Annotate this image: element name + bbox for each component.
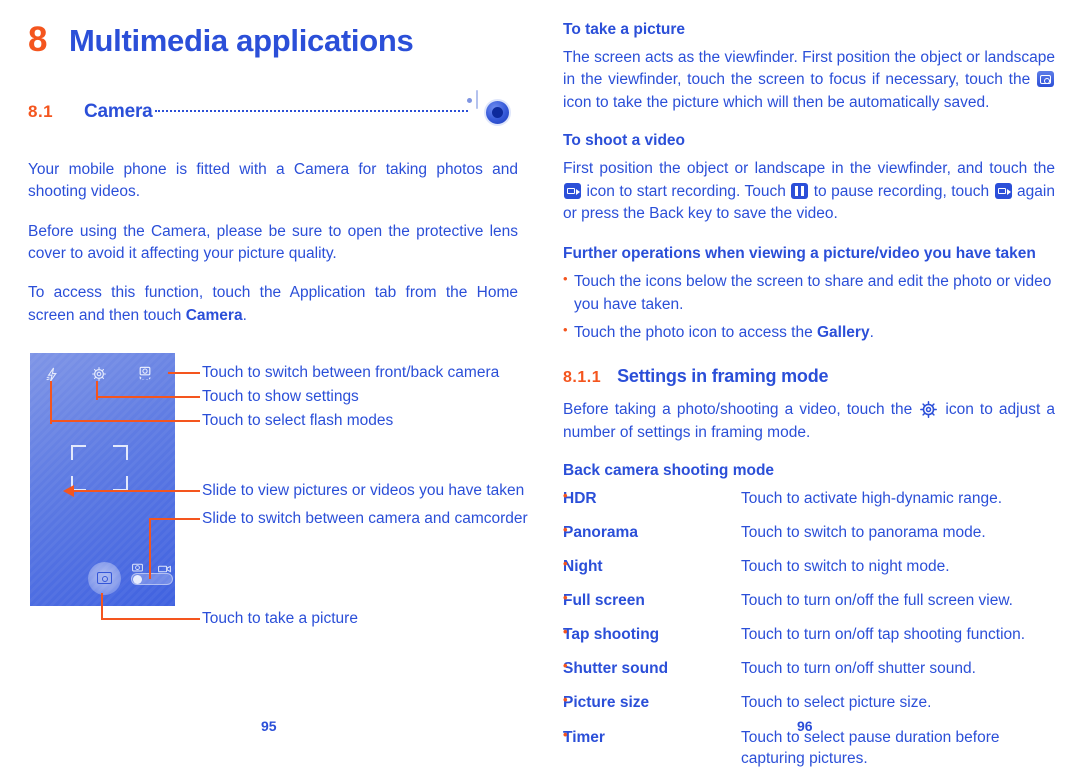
setting-option[interactable]: Shutter sound xyxy=(563,657,741,692)
chapter-title: Multimedia applications xyxy=(68,23,414,58)
pause-icon xyxy=(791,182,809,199)
mode-toggle-icons xyxy=(131,558,173,573)
setting-description: Touch to turn on/off the full screen vie… xyxy=(741,592,1013,610)
page-number-left: 95 xyxy=(261,718,277,734)
setting-option[interactable]: Tap shooting xyxy=(563,623,741,658)
setting-option[interactable]: HDR xyxy=(563,487,741,522)
paragraph-framing-intro: Before taking a photo/shooting a video, … xyxy=(563,399,1055,444)
table-row: HDR Touch to activate high-dynamic range… xyxy=(563,487,1055,522)
list-item: Touch the icons below the screen to shar… xyxy=(563,270,1055,316)
table-row: Timer Touch to select pause duration bef… xyxy=(563,726,1055,782)
shutter-button[interactable] xyxy=(88,561,121,595)
table-row: Tap shooting Touch to turn on/off tap sh… xyxy=(563,623,1055,658)
gallery-text-before: Touch the photo icon to access the xyxy=(574,323,817,341)
heading-shoot-a-video: To shoot a video xyxy=(563,132,685,150)
callout-line-6-h xyxy=(101,617,200,620)
table-row: Shutter sound Touch to turn on/off shutt… xyxy=(563,657,1055,692)
access-text-bold: Camera xyxy=(185,306,243,324)
chapter-heading: 8 Multimedia applications xyxy=(28,22,518,57)
section-label: Camera xyxy=(84,101,153,122)
access-text-after: . xyxy=(242,306,247,324)
shoot-video-text-2: icon to start recording. Touch xyxy=(582,182,791,200)
table-row: Panorama Touch to switch to panorama mod… xyxy=(563,521,1055,556)
heading-further-operations: Further operations when viewing a pictur… xyxy=(563,245,1036,263)
right-column: To take a picture The screen acts as the… xyxy=(563,20,1055,782)
heading-take-a-picture: To take a picture xyxy=(563,21,686,38)
setting-description: Touch to switch to panorama mode. xyxy=(741,524,986,542)
paragraph-take-a-picture: The screen acts as the viewfinder. First… xyxy=(563,47,1055,114)
take-picture-text-2: icon to take the picture which will then… xyxy=(563,93,990,111)
left-column: 8 Multimedia applications 8.1 Camera You… xyxy=(28,22,528,638)
settings-table: HDR Touch to activate high-dynamic range… xyxy=(563,487,1055,782)
shutter-icon xyxy=(1037,71,1054,88)
setting-option[interactable]: Full screen xyxy=(563,589,741,624)
toggle-knob[interactable] xyxy=(133,574,142,584)
intro-paragraph-1: Your mobile phone is fitted with a Camer… xyxy=(28,161,518,201)
section-number: 8.1 xyxy=(28,102,54,121)
setting-description: Touch to turn on/off shutter sound. xyxy=(741,660,976,678)
camera-app-icon xyxy=(467,90,518,133)
callout-label-take-picture: Touch to take a picture xyxy=(202,609,358,627)
callout-line-4 xyxy=(73,489,200,492)
setting-description: Touch to select pause duration before ca… xyxy=(741,728,1000,767)
chapter-number: 8 xyxy=(28,20,47,59)
heading-settings-framing-mode: 8.1.1 Settings in framing mode xyxy=(563,366,1055,387)
setting-description: Touch to switch to night mode. xyxy=(741,558,950,576)
paragraph-shoot-a-video: First position the object or landscape i… xyxy=(563,158,1055,225)
callout-line-5-h xyxy=(149,517,200,520)
camcorder-icon xyxy=(564,182,581,199)
callout-label-flash-modes: Touch to select flash modes xyxy=(202,411,394,429)
setting-description: Touch to activate high-dynamic range. xyxy=(741,490,1003,507)
setting-description: Touch to select picture size. xyxy=(741,694,932,712)
intro-paragraph-2: Before using the Camera, please be sure … xyxy=(28,222,518,262)
list-item: Touch the photo icon to access the Galle… xyxy=(563,321,1055,344)
shutter-glyph-icon xyxy=(97,572,112,585)
setting-option[interactable]: Panorama xyxy=(563,521,741,556)
dot-leader xyxy=(154,109,468,112)
callout-label-slide-view: Slide to view pictures or videos you hav… xyxy=(202,481,525,499)
camera-camcorder-toggle[interactable] xyxy=(131,572,173,585)
switch-camera-icon xyxy=(138,366,152,380)
viewfinder-brackets xyxy=(71,444,128,491)
shoot-video-text-1: First position the object or landscape i… xyxy=(563,160,1055,178)
callout-line-3-v xyxy=(50,380,52,424)
gallery-text-bold: Gallery xyxy=(817,323,870,341)
gear-icon xyxy=(92,366,106,381)
subsection-number: 8.1.1 xyxy=(563,369,602,387)
access-text-before: To access this function, touch the Appli… xyxy=(28,284,518,324)
setting-option[interactable]: Picture size xyxy=(563,691,741,726)
section-heading-camera: 8.1 Camera xyxy=(28,90,518,133)
gear-icon xyxy=(920,401,938,419)
page-number-right: 96 xyxy=(797,718,813,734)
setting-option[interactable]: Timer xyxy=(563,726,741,782)
callout-label-show-settings: Touch to show settings xyxy=(202,387,359,405)
camcorder-icon-2 xyxy=(994,182,1012,199)
callout-label-slide-switch: Slide to switch between camera and camco… xyxy=(202,509,528,527)
take-picture-text-1: The screen acts as the viewfinder. First… xyxy=(563,49,1055,89)
table-row: Night Touch to switch to night mode. xyxy=(563,555,1055,590)
callout-line-1 xyxy=(168,371,200,374)
callout-line-5-v xyxy=(149,517,151,579)
further-operations-list: Touch the icons below the screen to shar… xyxy=(563,270,1055,344)
framing-intro-before: Before taking a photo/shooting a video, … xyxy=(563,401,919,419)
access-paragraph: To access this function, touch the Appli… xyxy=(28,282,518,327)
flash-icon xyxy=(46,367,59,382)
callout-label-switch-camera: Touch to switch between front/back camer… xyxy=(202,363,500,381)
heading-back-camera-shooting-mode: Back camera shooting mode xyxy=(563,461,775,479)
callout-line-6-v xyxy=(101,592,103,620)
manual-page: 8 Multimedia applications 8.1 Camera You… xyxy=(0,0,1080,767)
callout-line-3-h xyxy=(50,419,200,422)
callout-arrow-4 xyxy=(63,484,74,497)
setting-description: Touch to turn on/off tap shooting functi… xyxy=(741,626,1026,644)
setting-option[interactable]: Night xyxy=(563,555,741,590)
table-row: Full screen Touch to turn on/off the ful… xyxy=(563,589,1055,624)
gallery-text-after: . xyxy=(869,323,874,341)
camera-figure: Touch to switch between front/back camer… xyxy=(28,352,528,638)
shoot-video-text-3: to pause recording, touch xyxy=(809,182,994,200)
subsection-title: Settings in framing mode xyxy=(617,366,829,387)
callout-line-2-h xyxy=(96,395,200,398)
